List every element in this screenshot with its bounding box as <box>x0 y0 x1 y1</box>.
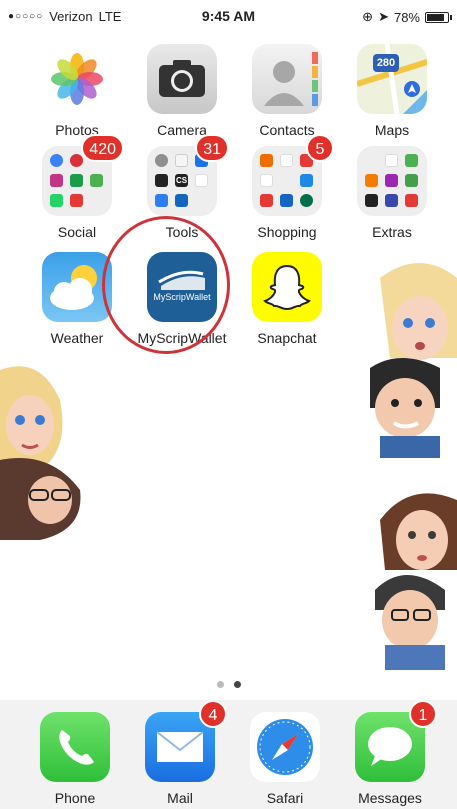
battery-fill <box>427 13 445 21</box>
folder-icon <box>357 146 427 216</box>
cs-app-icon: CS <box>175 174 188 187</box>
whatsapp-icon <box>50 194 63 207</box>
bitmoji-sticker-left <box>0 366 81 540</box>
starbucks-icon <box>300 194 313 207</box>
bitmoji-sticker-right-bottom <box>375 493 457 670</box>
app-mini-icon <box>175 154 188 167</box>
instagram-icon <box>50 174 63 187</box>
folder-icon: 420 <box>42 134 124 216</box>
app-mini-icon <box>155 174 168 187</box>
app-mini-icon <box>280 154 293 167</box>
battery-percent: 78% <box>393 9 420 25</box>
folder-extras[interactable]: Extras <box>347 146 437 240</box>
app-mini-icon <box>70 194 83 207</box>
folder-shopping[interactable]: 5 Shopping <box>242 134 334 240</box>
app-contacts[interactable]: Contacts <box>242 44 332 138</box>
folder-label: Shopping <box>257 224 317 240</box>
location-arrow-icon: ➤ <box>378 9 389 24</box>
app-mini-icon <box>405 174 418 187</box>
app-label: Snapchat <box>257 330 317 346</box>
safari-compass-icon <box>250 712 320 782</box>
podcasts-icon <box>385 174 398 187</box>
app-label: Messages <box>358 790 422 806</box>
mail-icon: 4 <box>145 700 227 782</box>
music-icon <box>385 154 398 167</box>
bitmoji-sticker-right-top <box>370 263 457 458</box>
settings-gear-icon <box>155 154 168 167</box>
google-icon <box>195 174 208 187</box>
phone-icon <box>40 712 110 782</box>
pinterest-icon <box>70 154 83 167</box>
camera-icon <box>147 44 217 114</box>
app-mini-icon <box>260 194 273 207</box>
messenger-icon <box>50 154 63 167</box>
app-mini-icon <box>280 174 293 187</box>
app-mini-icon <box>70 174 83 187</box>
folder-label: Extras <box>372 224 412 240</box>
app-mini-icon <box>280 194 293 207</box>
interstate-shield-number: 280 <box>376 57 396 69</box>
app-mini-icon <box>300 174 313 187</box>
app-mini-icon <box>175 194 188 207</box>
app-mini-icon <box>260 154 273 167</box>
app-mini-icon <box>385 194 398 207</box>
battery-icon <box>425 11 452 23</box>
app-label: Weather <box>50 330 104 346</box>
folder-social[interactable]: 420 Social <box>32 134 124 240</box>
facetime-icon <box>405 154 418 167</box>
app-label: Mail <box>167 790 193 806</box>
notification-badge: 5 <box>306 134 334 162</box>
snapchat-ghost-icon <box>252 252 322 322</box>
folder-icon: 5 <box>252 134 334 216</box>
app-snapchat[interactable]: Snapchat <box>242 252 332 346</box>
notification-badge: 1 <box>409 700 437 728</box>
app-mini-icon <box>405 194 418 207</box>
app-mini-icon <box>365 174 378 187</box>
app-label: Phone <box>54 790 96 806</box>
app-mini-icon <box>365 154 378 167</box>
rotation-lock-icon: ⊕ <box>362 9 374 24</box>
dock-app-phone[interactable]: Phone <box>30 712 120 806</box>
notification-badge: 31 <box>195 134 229 162</box>
highlight-circle <box>102 216 230 354</box>
page-dot <box>216 681 224 688</box>
app-photos[interactable]: Photos <box>32 44 122 138</box>
page-dot-active <box>233 681 241 688</box>
status-icons: ⊕ ➤ 78% <box>362 9 452 25</box>
notification-badge: 420 <box>81 134 124 162</box>
app-camera[interactable]: Camera <box>137 44 227 138</box>
dock-app-messages[interactable]: 1 Messages <box>345 700 437 806</box>
dock-app-safari[interactable]: Safari <box>240 712 330 806</box>
page-indicator[interactable] <box>0 681 457 688</box>
app-mini-icon <box>155 194 168 207</box>
messages-bubble-icon: 1 <box>355 700 437 782</box>
dock-app-mail[interactable]: 4 Mail <box>135 700 227 806</box>
app-label: Safari <box>266 790 304 806</box>
status-bar: ●○○○○ Verizon LTE 9:45 AM ⊕ ➤ 78% <box>0 0 457 34</box>
notification-badge: 4 <box>199 700 227 728</box>
folder-icon: CS 31 <box>147 134 229 216</box>
app-label: Maps <box>374 122 410 138</box>
contacts-icon <box>252 44 322 114</box>
app-maps[interactable]: 280 Maps <box>347 44 437 138</box>
photos-icon <box>42 44 112 114</box>
folder-label: Social <box>57 224 97 240</box>
maps-icon: 280 <box>357 44 427 114</box>
app-mini-icon <box>365 194 378 207</box>
ebay-icon <box>260 174 273 187</box>
app-mini-icon <box>90 174 103 187</box>
